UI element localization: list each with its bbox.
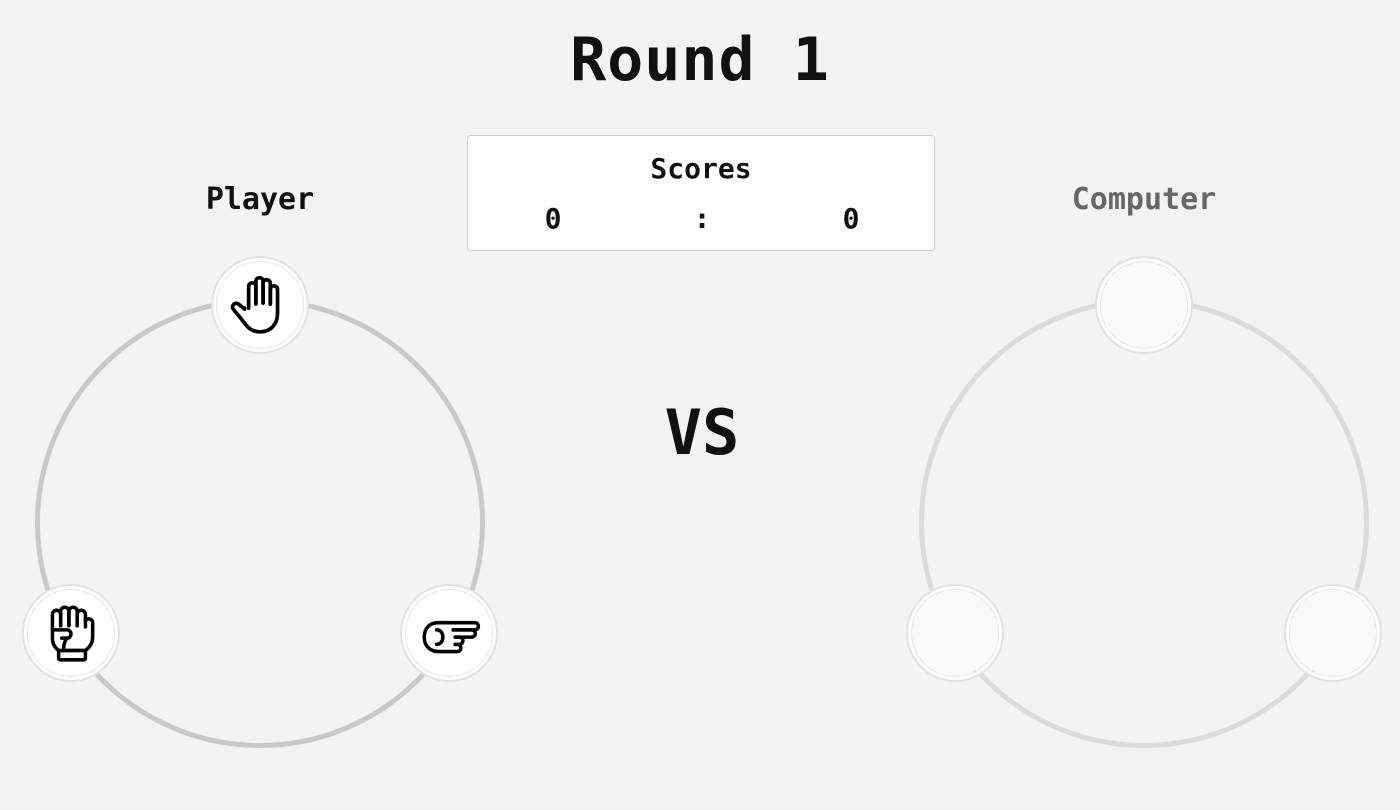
player-choice-ring [35,298,485,748]
computer-choice-slot [1284,584,1382,682]
rock-choice-button[interactable] [22,584,120,682]
scores-panel: Scores 0 : 0 [467,135,935,251]
computer-label: Computer [1071,182,1217,217]
round-title: Round 1 [570,25,830,95]
computer-choice-slot [906,584,1004,682]
computer-score: 0 [842,202,860,235]
computer-choice-slot [1095,256,1193,354]
scores-label: Scores [650,152,752,185]
hand-rock-icon [50,605,95,662]
vs-label: VS [664,396,740,469]
computer-choice-ring [919,298,1369,748]
paper-choice-button[interactable] [211,256,309,354]
game-stage: Round 1 Scores 0 : 0 Player Computer VS [0,0,1400,810]
player-score: 0 [544,202,562,235]
hand-scissors-icon [422,620,481,654]
score-separator: : [693,202,711,235]
hand-paper-icon [230,275,280,334]
scissors-choice-button[interactable] [400,584,498,682]
player-label: Player [205,182,315,217]
